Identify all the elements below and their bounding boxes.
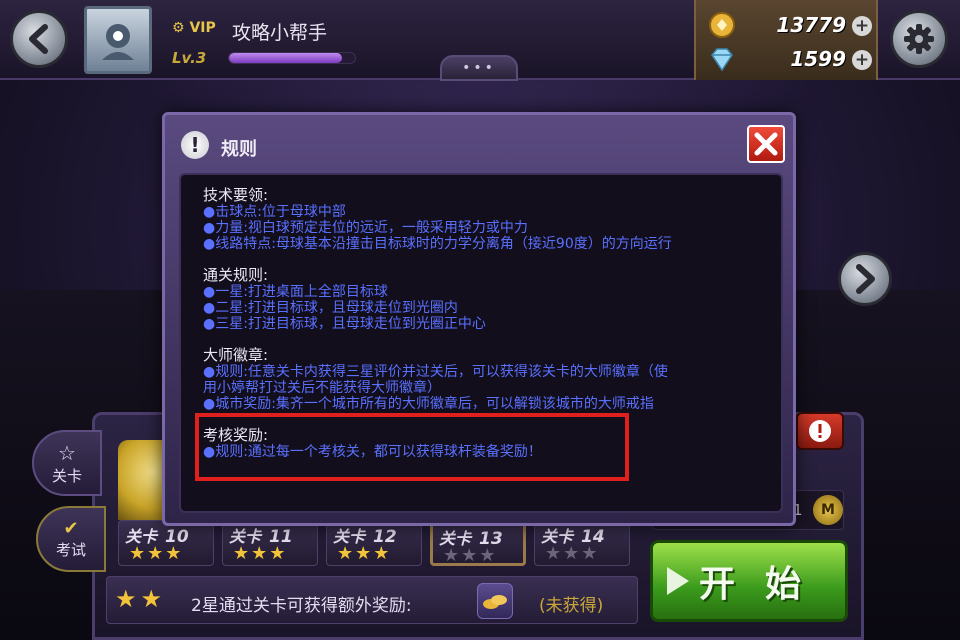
level-stars: ★★★ bbox=[233, 543, 287, 564]
close-icon bbox=[754, 132, 778, 156]
chevron-left-icon bbox=[29, 24, 48, 54]
add-gem-button[interactable]: + bbox=[852, 50, 872, 70]
rule-line: ●三星:打进目标球，且母球走位到光圈正中心 bbox=[203, 316, 486, 332]
add-gold-button[interactable]: + bbox=[852, 16, 872, 36]
start-button[interactable]: 开始 bbox=[650, 540, 848, 622]
tab-levels[interactable]: ☆ 关卡 bbox=[32, 430, 102, 496]
coin-pile-icon bbox=[483, 595, 507, 609]
rule-line: ●击球点:位于母球中部 bbox=[203, 204, 346, 220]
vip-badge: ⚙ VIP bbox=[172, 20, 216, 36]
rule-line: ●规则:通过每一个考核关，都可以获得球杆装备奖励！ bbox=[203, 444, 542, 460]
star-icon: ★ bbox=[355, 543, 374, 564]
level-card[interactable]: 关卡 11 ★★★ bbox=[222, 520, 318, 566]
tab-exam-label: 考试 bbox=[55, 541, 86, 559]
avatar[interactable] bbox=[84, 6, 152, 74]
star-icon: ★ bbox=[461, 545, 480, 566]
reward-item-icon[interactable] bbox=[477, 583, 513, 619]
gem-value: 1599 bbox=[790, 47, 846, 71]
reward-description: 2星通过关卡可获得额外奖励: bbox=[191, 596, 412, 616]
player-level: Lv.3 bbox=[172, 49, 207, 67]
currency-panel: 13779 + 1599 + bbox=[694, 0, 878, 80]
master-medal-icon: M bbox=[813, 495, 843, 525]
level-stars: ★★★ bbox=[545, 543, 599, 564]
gold-value: 13779 bbox=[776, 13, 846, 37]
warning-button[interactable] bbox=[796, 412, 844, 450]
close-button[interactable] bbox=[747, 125, 785, 163]
gold-coin-icon bbox=[709, 12, 735, 38]
star-icon: ★ bbox=[337, 543, 356, 564]
level-stars: ★★★ bbox=[129, 543, 183, 564]
check-badge-icon: ✔ bbox=[63, 518, 79, 539]
rule-line: ●二星:打进目标球，且母球走位到光圈内 bbox=[203, 300, 458, 316]
level-stars: ★★★ bbox=[337, 543, 391, 564]
rule-line: ●规则:任意关卡内获得三星评价并过关后，可以获得该关卡的大师徽章（使 bbox=[203, 364, 668, 380]
star-icon: ★ bbox=[443, 545, 462, 566]
player-name: 攻略小帮手 bbox=[232, 22, 328, 44]
level-card[interactable]: 关卡 13 ★★★ bbox=[430, 520, 526, 566]
level-card[interactable]: 关卡 12 ★★★ bbox=[326, 520, 422, 566]
info-exclamation-icon: ! bbox=[181, 131, 209, 159]
next-page-button[interactable] bbox=[838, 252, 892, 306]
back-button[interactable] bbox=[10, 10, 68, 68]
eight-ball-avatar-icon bbox=[102, 24, 134, 60]
rule-line: 用小婷帮打过关后不能获得大师徽章） bbox=[203, 380, 441, 396]
section-title: 考核奖励: bbox=[203, 426, 269, 444]
reward-status: (未获得) bbox=[539, 596, 604, 616]
section-clear-rules: 通关规则: ●一星:打进桌面上全部目标球 ●二星:打进目标球，且母球走位到光圈内… bbox=[203, 266, 773, 333]
star-icon: ★ bbox=[373, 543, 392, 564]
rule-line: ●力量:视白球预定走位的远近，一般采用轻力或中力 bbox=[203, 220, 528, 236]
gem-row: 1599 + bbox=[704, 44, 874, 74]
star-icon: ★ bbox=[129, 543, 148, 564]
vip-gear-icon: ⚙ bbox=[172, 20, 185, 36]
section-exam-reward: 考核奖励: ●规则:通过每一个考核关，都可以获得球杆装备奖励！ bbox=[203, 426, 773, 461]
play-icon bbox=[666, 567, 689, 595]
star-icon: ★ bbox=[165, 543, 184, 564]
level-card[interactable]: 关卡 10 ★★★ bbox=[118, 520, 214, 566]
rule-line: ●线路特点:母球基本沿撞击目标球时的力学分离角（接近90度）的方向运行 bbox=[203, 236, 672, 252]
section-title: 通关规则: bbox=[203, 266, 269, 284]
rule-line: ●城市奖励:集齐一个城市所有的大师徽章后，可以解锁该城市的大师戒指 bbox=[203, 396, 654, 412]
star-icon: ★ bbox=[545, 543, 564, 564]
star-icon: ★ bbox=[269, 543, 288, 564]
section-title: 大师徽章: bbox=[203, 346, 269, 364]
star-icon: ★ bbox=[563, 543, 582, 564]
rules-content: 技术要领: ●击球点:位于母球中部 ●力量:视白球预定走位的远近，一般采用轻力或… bbox=[179, 173, 783, 513]
reward-bar: ★★ 2星通过关卡可获得额外奖励: (未获得) bbox=[106, 576, 638, 624]
star-icon: ★ bbox=[479, 545, 498, 566]
xp-bar bbox=[228, 52, 356, 64]
dialog-title: 规则 bbox=[221, 139, 257, 160]
gear-icon bbox=[904, 24, 934, 54]
star-outline-icon: ☆ bbox=[58, 440, 76, 465]
settings-button[interactable] bbox=[890, 10, 948, 68]
rule-line: ●一星:打进桌面上全部目标球 bbox=[203, 284, 388, 300]
level-card[interactable]: 关卡 14 ★★★ bbox=[534, 520, 630, 566]
tab-levels-label: 关卡 bbox=[51, 466, 82, 485]
reward-stars: ★★ bbox=[115, 585, 167, 613]
star-icon: ★ bbox=[581, 543, 600, 564]
section-title: 技术要领: bbox=[203, 186, 269, 204]
star-icon: ★ bbox=[147, 543, 166, 564]
start-button-label: 开始 bbox=[698, 564, 831, 605]
tab-exam[interactable]: ✔ 考试 bbox=[36, 506, 106, 572]
diamond-icon bbox=[711, 48, 733, 72]
more-button[interactable]: ••• bbox=[440, 55, 518, 81]
star-icon: ★ bbox=[251, 543, 270, 564]
chevron-right-icon bbox=[856, 264, 875, 294]
level-stars: ★★★ bbox=[443, 545, 497, 566]
alert-icon bbox=[809, 420, 831, 442]
section-master-badge: 大师徽章: ●规则:任意关卡内获得三星评价并过关后，可以获得该关卡的大师徽章（使… bbox=[203, 346, 773, 413]
star-icon: ★ bbox=[233, 543, 252, 564]
medal-letter: M bbox=[821, 502, 835, 518]
vip-label: VIP bbox=[189, 20, 216, 36]
section-tech: 技术要领: ●击球点:位于母球中部 ●力量:视白球预定走位的远近，一般采用轻力或… bbox=[203, 186, 773, 253]
gold-row: 13779 + bbox=[704, 10, 874, 40]
rules-dialog: ! 规则 技术要领: ●击球点:位于母球中部 ●力量:视白球预定走位的远近，一般… bbox=[162, 112, 796, 526]
xp-bar-fill bbox=[229, 53, 343, 63]
